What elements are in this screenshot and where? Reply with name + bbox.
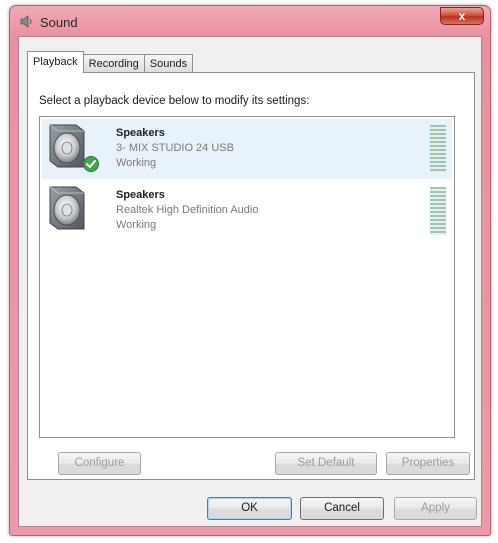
tab-sounds[interactable]: Sounds xyxy=(143,54,194,73)
speaker-icon xyxy=(20,15,32,28)
device-info: Speakers 3- MIX STUDIO 24 USB Working xyxy=(116,126,234,171)
cancel-button[interactable]: Cancel xyxy=(300,497,384,520)
speaker-icon xyxy=(49,186,85,230)
configure-button[interactable]: Configure xyxy=(58,452,141,475)
title-bar[interactable]: Sound x xyxy=(10,6,490,36)
tab-playback[interactable]: Playback xyxy=(27,51,84,73)
device-description: 3- MIX STUDIO 24 USB xyxy=(116,142,234,154)
properties-button[interactable]: Properties xyxy=(386,452,470,475)
volume-level-meter xyxy=(430,187,446,235)
speaker-icon xyxy=(49,124,85,168)
dialog-client: Playback Recording Sounds Select a playb… xyxy=(18,36,482,527)
device-description: Realtek High Definition Audio xyxy=(116,204,259,216)
close-icon: x xyxy=(458,9,466,23)
device-row-realtek[interactable]: Speakers Realtek High Definition Audio W… xyxy=(42,181,452,241)
tab-recording[interactable]: Recording xyxy=(82,54,145,73)
tab-strip: Playback Recording Sounds xyxy=(27,51,194,73)
set-default-button[interactable]: Set Default xyxy=(275,452,377,475)
volume-level-meter xyxy=(430,125,446,173)
close-button[interactable]: x xyxy=(440,7,484,25)
device-name: Speakers xyxy=(116,189,165,201)
device-list[interactable]: Speakers 3- MIX STUDIO 24 USB Working Sp… xyxy=(39,116,455,438)
apply-button[interactable]: Apply xyxy=(394,497,477,520)
device-status: Working xyxy=(116,157,157,169)
checkmark-icon xyxy=(83,156,99,172)
sound-dialog: Sound x Playback Recording Sounds Select… xyxy=(9,5,491,536)
playback-panel: Select a playback device below to modify… xyxy=(27,72,475,480)
device-info: Speakers Realtek High Definition Audio W… xyxy=(116,188,258,233)
device-status: Working xyxy=(116,219,157,231)
device-row-mix-studio[interactable]: Speakers 3- MIX STUDIO 24 USB Working xyxy=(42,119,452,179)
ok-button[interactable]: OK xyxy=(207,497,292,520)
instruction-text: Select a playback device below to modify… xyxy=(39,95,310,107)
window-title: Sound xyxy=(40,15,78,30)
device-name: Speakers xyxy=(116,127,165,139)
